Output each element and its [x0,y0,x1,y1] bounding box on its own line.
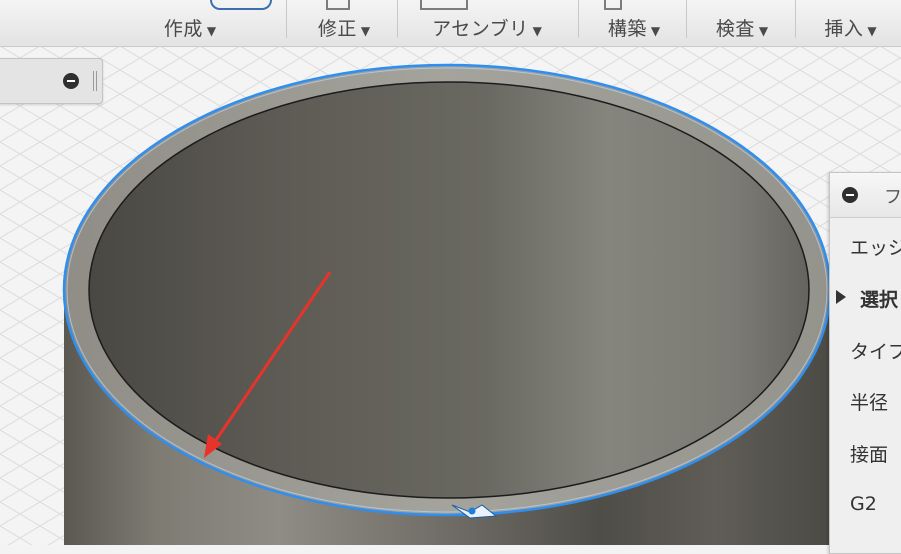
menu-modify[interactable]: 修正 ▼ [292,0,396,46]
fillet-dialog: フ エッジ 選択 タイプ 半径 接面 G2 [829,172,901,554]
menu-inspect-label: 検査 [715,18,755,40]
canvas-viewport[interactable] [0,46,901,545]
menu-create[interactable]: 作成 ▼ [95,0,285,46]
selection-section-label[interactable]: 選択 [860,285,898,312]
g2-label: G2 [850,493,877,515]
menu-construct[interactable]: 構築 ▼ [584,0,684,46]
collapse-icon[interactable] [63,73,79,89]
chevron-down-icon: ▼ [650,24,661,38]
type-label: タイプ [850,341,901,363]
radius-label: 半径 [850,392,889,414]
chevron-down-icon: ▼ [532,24,542,38]
toolbar-divider [686,0,687,38]
menu-modify-label: 修正 [317,18,357,40]
toolbar-divider [286,0,287,38]
panel-grip-handle[interactable] [93,71,97,91]
menu-create-label: 作成 [163,18,203,40]
cylinder-model[interactable] [0,46,901,545]
toolbar-divider [397,0,398,38]
collapse-icon[interactable] [842,187,858,203]
fillet-dialog-header: フ [830,173,901,218]
dialog-title: フ [884,187,901,208]
menu-construct-label: 構築 [607,18,647,40]
menu-inspect[interactable]: 検査 ▼ [692,0,792,46]
chevron-down-icon: ▼ [206,24,217,38]
tangent-chain-label: 接面 [850,444,889,466]
menu-insert[interactable]: 挿入 ▼ [800,0,901,46]
toolbar-divider [578,0,579,38]
browser-panel [0,58,103,104]
toolbar-divider [795,0,796,38]
cylinder-inner-cavity [88,81,810,499]
menu-assembly-label: アセンブリ [432,18,529,40]
chevron-down-icon: ▼ [867,24,877,38]
expand-triangle-icon[interactable] [836,290,846,304]
menu-assembly[interactable]: アセンブリ ▼ [402,0,572,46]
menu-insert-label: 挿入 [824,18,864,40]
chevron-down-icon: ▼ [360,24,371,38]
edge-type-label: エッジ [850,237,901,259]
toolbar: 作成 ▼ 修正 ▼ アセンブリ ▼ 構築 ▼ 検査 ▼ 挿入 ▼ [0,0,901,47]
chevron-down-icon: ▼ [758,24,769,38]
